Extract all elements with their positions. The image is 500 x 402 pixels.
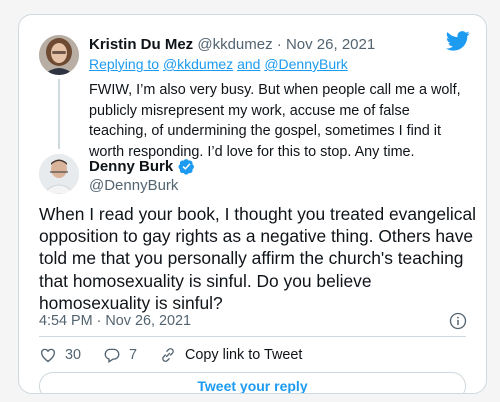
main-author-name-row: Denny Burk [89,157,195,176]
verified-badge-icon [178,159,195,175]
speech-bubble-icon [104,348,120,364]
twitter-bird-icon[interactable] [446,31,470,51]
avatar-denny[interactable] [39,154,79,194]
main-tweet-text: When I read your book, I thought you tre… [39,204,476,313]
main-author-handle[interactable]: @DennyBurk [89,176,178,195]
reply-author-handle[interactable]: @kkdumez [197,36,272,53]
avatar-kristin[interactable] [39,35,79,75]
reply-author-name[interactable]: Kristin Du Mez [89,36,193,53]
tweet-actions-bar: 30 7 Copy link to Tweet [39,344,324,366]
reply-count: 7 [129,347,138,363]
tweet-timestamp[interactable]: 4:54 PM · Nov 26, 2021 [39,312,191,330]
reply-tweet-header: Kristin Du Mez @kkdumez · Nov 26, 2021 [89,35,375,54]
thread-connector-line [58,79,60,149]
like-count: 30 [65,347,82,363]
replying-to-line: Replying to @kkdumez and @DennyBurk [89,55,348,73]
replying-to-kkdumez-link[interactable]: @kkdumez [163,56,233,72]
replying-to-dennyburk-link[interactable]: @DennyBurk [264,56,347,72]
link-icon [162,348,174,362]
reply-button[interactable]: 7 [103,346,137,364]
divider [39,336,466,337]
copy-link-button[interactable]: Copy link to Tweet [159,346,302,364]
reply-separator: · [276,36,282,53]
main-author-name[interactable]: Denny Burk [89,157,173,176]
avatar-portrait-icon [39,154,79,194]
replying-to-prefix[interactable]: Replying to [89,56,159,72]
copy-link-label: Copy link to Tweet [185,347,303,363]
reply-date[interactable]: Nov 26, 2021 [286,36,375,53]
tweet-your-reply-button[interactable]: Tweet your reply [39,372,466,393]
like-button[interactable]: 30 [39,346,81,364]
replying-to-and: and [237,56,261,72]
heart-icon [40,348,56,363]
tweet-embed-card: Kristin Du Mez @kkdumez · Nov 26, 2021 R… [18,14,487,394]
info-icon[interactable] [449,312,467,330]
avatar-portrait-icon [39,35,79,75]
reply-tweet-text: FWIW, I’m also very busy. But when peopl… [89,82,461,160]
